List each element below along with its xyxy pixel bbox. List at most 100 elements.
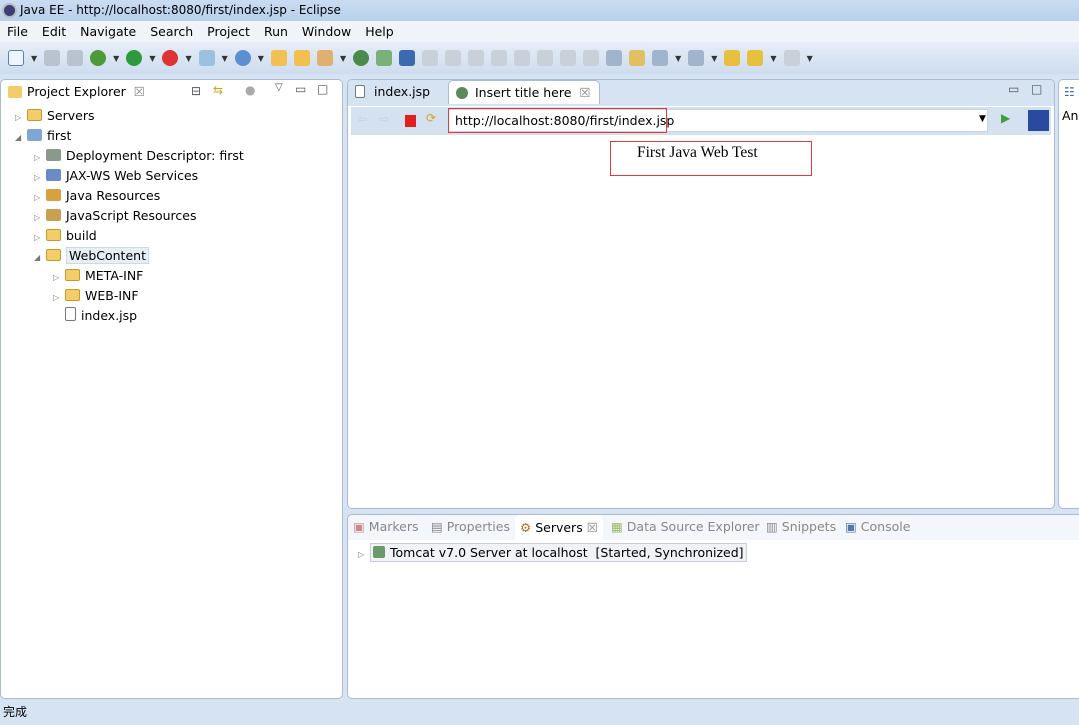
tree-item-servers[interactable]: ▷ Servers (15, 106, 95, 126)
refresh-icon[interactable]: ⟳ (426, 111, 436, 125)
monitor-icon[interactable] (399, 50, 416, 66)
tab-insert-title-here[interactable]: Insert title here ☒ (448, 80, 600, 104)
close-icon[interactable]: ☒ (134, 84, 145, 99)
tab-markers[interactable]: ▣ Markers (353, 519, 419, 534)
close-icon[interactable]: ☒ (579, 85, 590, 100)
back-icon[interactable]: ⇦ (357, 112, 367, 126)
forward-icon[interactable]: ⇨ (379, 112, 389, 126)
servers-icon: ⚙ (520, 520, 532, 535)
editor-tabs: index.jsp Insert title here ☒ ▭ □ (348, 80, 1054, 106)
maximize-icon[interactable]: □ (317, 82, 328, 96)
tab-properties[interactable]: ▤ Properties (431, 519, 510, 534)
minimize-icon[interactable]: ▭ (1008, 82, 1019, 96)
web-services-icon (46, 169, 61, 181)
open-type-icon[interactable] (270, 50, 287, 66)
stop-icon[interactable] (405, 115, 416, 127)
save-icon[interactable] (44, 50, 61, 66)
bottom-panel: ▣ Markers ▤ Properties ⚙ Servers ☒ ▦ Dat… (347, 514, 1079, 699)
external-tools-icon[interactable] (162, 50, 179, 66)
folder-icon (65, 269, 80, 281)
data-source-icon: ▦ (611, 519, 623, 534)
browser-toolbar: ⇦ ⇨ ⟳ http://localhost:8080/first/index.… (351, 107, 1051, 135)
disconnect-icon[interactable] (514, 50, 531, 66)
collapse-all-icon[interactable]: ⊟ (191, 84, 201, 98)
expand-icon[interactable]: ▷ (358, 545, 370, 565)
tab-label: Project Explorer (27, 84, 126, 99)
forward-icon[interactable] (783, 50, 800, 66)
tree-item-deployment-descriptor[interactable]: ▷ Deployment Descriptor: first (34, 146, 244, 166)
tab-project-explorer[interactable]: Project Explorer ☒ (1, 80, 153, 104)
tab-servers[interactable]: ⚙ Servers ☒ (515, 515, 603, 540)
markers-icon: ▣ (353, 519, 365, 534)
new-service-icon[interactable] (234, 50, 251, 66)
menu-edit[interactable]: Edit (35, 24, 73, 39)
pencil-icon[interactable] (316, 50, 333, 66)
label: WEB-INF (85, 288, 139, 303)
tree-item-jaxws[interactable]: ▷ JAX-WS Web Services (34, 166, 198, 186)
menu-project[interactable]: Project (200, 24, 257, 39)
tab-console[interactable]: ▣ Console (845, 519, 910, 534)
save-all-icon[interactable] (67, 50, 84, 66)
tree-item-java-resources[interactable]: ▷ Java Resources (34, 186, 160, 206)
tab-label: index.jsp (374, 84, 431, 99)
menu-navigate[interactable]: Navigate (73, 24, 143, 39)
search-icon[interactable] (629, 50, 646, 66)
tab-label: Snippets (781, 519, 837, 534)
deployment-descriptor-icon (46, 149, 61, 161)
tree-item-build[interactable]: ▷ build (34, 226, 97, 246)
menu-search[interactable]: Search (143, 24, 200, 39)
tab-index-jsp[interactable]: index.jsp (348, 80, 439, 104)
open-folder-icon[interactable] (293, 50, 310, 66)
run-icon[interactable] (126, 50, 143, 66)
url-dropdown-icon[interactable]: ▼ (979, 114, 986, 124)
project-explorer-panel: Project Explorer ☒ ⊟ ⇆ ● ▽ ▭ □ ▷ Servers … (0, 79, 343, 699)
terminate-icon[interactable] (491, 50, 508, 66)
link-editor-icon[interactable]: ⇆ (213, 83, 223, 97)
tree-item-first[interactable]: ◢ first (15, 126, 71, 146)
step-over-icon[interactable] (560, 50, 577, 66)
debug-icon[interactable] (90, 50, 107, 66)
outline-label: An (1062, 108, 1079, 123)
last-edit-icon[interactable] (724, 50, 741, 66)
tree-item-javascript-resources[interactable]: ▷ JavaScript Resources (34, 206, 196, 226)
globe-icon[interactable] (353, 50, 370, 66)
step-return-icon[interactable] (583, 50, 600, 66)
maximize-icon[interactable]: □ (1031, 82, 1042, 96)
filter-icon[interactable]: ● (245, 83, 255, 97)
new-icon[interactable] (8, 50, 24, 66)
skip-breakpoints-icon[interactable] (422, 50, 439, 66)
tab-snippets[interactable]: ▥ Snippets (766, 519, 836, 534)
label: index.jsp (81, 308, 138, 323)
annotation-icon[interactable] (606, 50, 623, 66)
tree-item-web-inf[interactable]: ▷ WEB-INF (53, 286, 139, 306)
menu-window[interactable]: Window (295, 24, 358, 39)
page-text: First Java Web Test (637, 144, 758, 161)
snippets-icon: ▥ (766, 519, 778, 534)
outline-icon[interactable]: ☷ (1064, 85, 1075, 99)
tree-item-index-jsp[interactable]: index.jsp (65, 306, 137, 326)
new-server-icon[interactable] (198, 50, 215, 66)
tree-item-webcontent[interactable]: ◢ WebContent (34, 246, 149, 266)
menu-help[interactable]: Help (358, 24, 401, 39)
close-icon[interactable]: ☒ (587, 520, 598, 535)
go-icon[interactable]: ▶ (1001, 111, 1010, 125)
server-row[interactable]: ▷ Tomcat v7.0 Server at localhost [Starte… (358, 543, 747, 563)
open-external-icon[interactable] (1028, 110, 1049, 131)
tree-item-meta-inf[interactable]: ▷ META-INF (53, 266, 143, 286)
next-annotation-icon[interactable] (652, 50, 669, 66)
resume-icon[interactable] (445, 50, 462, 66)
menu-run[interactable]: Run (257, 24, 295, 39)
tab-data-source-explorer[interactable]: ▦ Data Source Explorer (611, 519, 760, 534)
label: WebContent (66, 247, 149, 264)
step-into-icon[interactable] (537, 50, 554, 66)
menu-file[interactable]: File (0, 24, 35, 39)
label: Servers (47, 108, 95, 123)
tab-label: Markers (368, 519, 419, 534)
back-icon[interactable] (747, 50, 764, 66)
view-menu-icon[interactable]: ▽ (275, 82, 283, 93)
label: first (47, 128, 72, 143)
suspend-icon[interactable] (468, 50, 485, 66)
deploy-icon[interactable] (376, 50, 393, 66)
prev-annotation-icon[interactable] (688, 50, 705, 66)
minimize-icon[interactable]: ▭ (295, 82, 306, 96)
